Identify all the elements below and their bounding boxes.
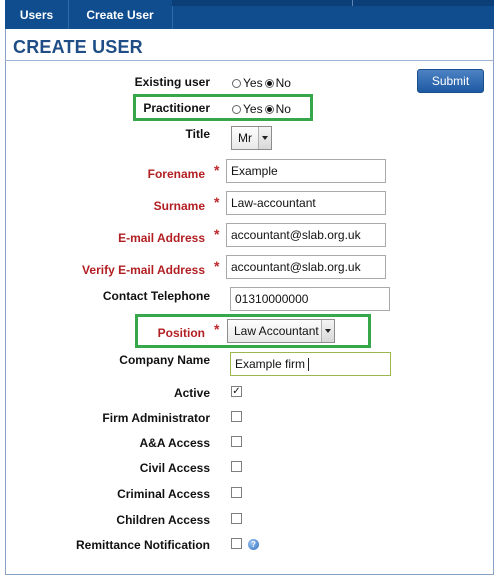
text-caret <box>308 358 310 372</box>
active-checkbox[interactable]: ✓ <box>231 386 242 397</box>
existing-user-label: Existing user <box>134 75 210 89</box>
remittance-notification-checkbox[interactable] <box>231 538 242 549</box>
verify-email-label: Verify E-mail Address <box>82 263 205 277</box>
required-asterisk: * <box>214 321 220 337</box>
checkbox-label-children-access: Children Access <box>116 513 210 527</box>
title-select[interactable]: Mr <box>231 126 272 150</box>
position-select-value: Law Accountant <box>234 324 319 338</box>
existing-user-no-label: No <box>275 76 291 90</box>
checkbox-label-remittance-notification: Remittance Notification <box>75 538 210 552</box>
tab-bar-strip <box>172 0 494 6</box>
company-name-label: Company Name <box>119 353 210 367</box>
criminal-access-checkbox[interactable] <box>231 487 242 498</box>
existing-user-yes-radio[interactable] <box>232 78 241 88</box>
checkbox-label-criminal-access: Criminal Access <box>117 487 210 501</box>
existing-user-radio-group: Yes No <box>232 76 293 90</box>
practitioner-label: Practitioner <box>143 101 210 115</box>
title-label: Title <box>185 127 210 141</box>
checkbox-label-active: Active <box>173 386 210 400</box>
email-label: E-mail Address <box>118 231 205 245</box>
help-icon[interactable]: ? <box>248 539 259 550</box>
checkbox-label-aa-access: A&A Access <box>139 436 210 450</box>
position-select[interactable]: Law Accountant <box>227 319 335 343</box>
required-asterisk: * <box>214 258 220 274</box>
position-label: Position <box>157 326 205 340</box>
practitioner-radio-group: Yes No <box>232 102 293 116</box>
title-divider <box>5 60 494 61</box>
email-input[interactable]: accountant@slab.org.uk <box>226 223 386 247</box>
submit-button[interactable]: Submit <box>417 69 484 93</box>
tab-bar-divider <box>352 0 353 6</box>
verify-email-input[interactable]: accountant@slab.org.uk <box>226 255 386 279</box>
forename-input[interactable]: Example <box>226 159 386 183</box>
company-name-input[interactable]: Example firm <box>230 352 391 376</box>
practitioner-no-label: No <box>275 102 291 116</box>
required-asterisk: * <box>214 162 220 178</box>
required-asterisk: * <box>214 226 220 242</box>
checkbox-label-civil-access: Civil Access <box>139 461 210 475</box>
title-select-value: Mr <box>238 131 252 145</box>
contact-telephone-label: Contact Telephone <box>102 289 210 303</box>
existing-user-no-radio[interactable] <box>264 78 274 88</box>
required-asterisk: * <box>214 194 220 210</box>
surname-input[interactable]: Law-accountant <box>226 191 386 215</box>
forename-label: Forename <box>147 167 205 181</box>
company-name-value: Example firm <box>235 357 306 371</box>
check-icon: ✓ <box>232 386 241 397</box>
practitioner-no-radio[interactable] <box>264 104 274 114</box>
practitioner-yes-label: Yes <box>243 102 263 116</box>
existing-user-yes-label: Yes <box>243 76 263 90</box>
tab-bar: Users Create User <box>5 0 494 29</box>
chevron-down-icon <box>258 127 271 149</box>
firm-administrator-checkbox[interactable] <box>231 411 242 422</box>
page-title: CREATE USER <box>13 37 143 57</box>
aa-access-checkbox[interactable] <box>231 436 242 447</box>
contact-telephone-input[interactable]: 01310000000 <box>230 287 390 311</box>
surname-label: Surname <box>153 199 205 213</box>
checkbox-label-firm-administrator: Firm Administrator <box>102 411 210 425</box>
children-access-checkbox[interactable] <box>231 513 242 524</box>
practitioner-yes-radio[interactable] <box>232 104 241 114</box>
civil-access-checkbox[interactable] <box>231 461 242 472</box>
tab-create-user[interactable]: Create User <box>68 0 173 29</box>
chevron-down-icon <box>321 320 334 342</box>
tab-users[interactable]: Users <box>5 0 69 29</box>
